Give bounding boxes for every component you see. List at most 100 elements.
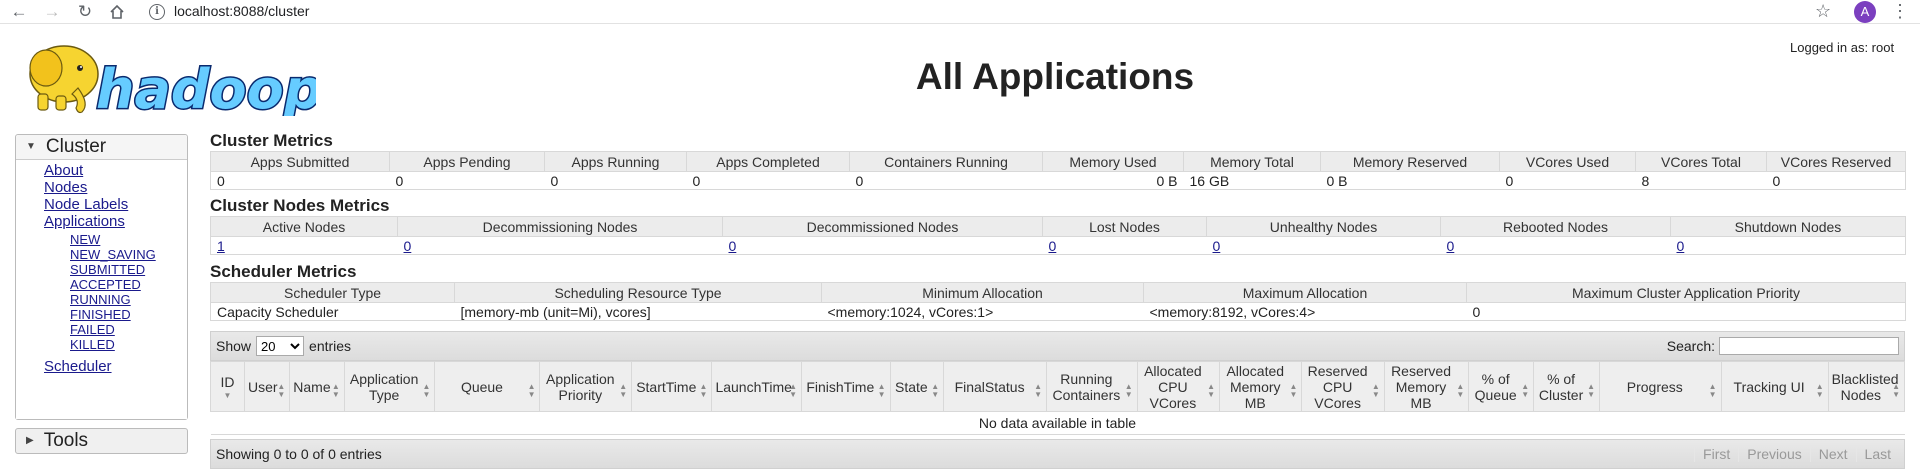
rebooted-nodes-link[interactable]: 0 — [1447, 238, 1455, 254]
entries-per-page-select[interactable]: 20 — [256, 336, 305, 356]
sidebar-link-applications[interactable]: Applications — [44, 213, 187, 230]
column-header-label: Reserved — [1391, 362, 1451, 379]
sortable-column-header[interactable]: FinishTime ▲ ▼ — [801, 361, 891, 412]
sortable-column-header[interactable]: % of Queue ▲ ▼ — [1468, 361, 1535, 412]
sidebar-link-state-accepted[interactable]: ACCEPTED — [70, 277, 187, 292]
previous-page-button[interactable]: Previous — [1738, 446, 1809, 462]
sort-icon: ▲ ▼ — [277, 381, 286, 399]
metric-value: 0 B — [1320, 171, 1500, 190]
sortable-column-header[interactable]: Progress ▲ ▼ — [1599, 361, 1722, 412]
sortable-column-header[interactable]: ID ▼ — [210, 361, 245, 412]
sort-icon: ▲ ▼ — [1587, 381, 1596, 399]
unhealthy-nodes-link[interactable]: 0 — [1213, 238, 1221, 254]
table-row: 0 0 0 0 0 0 B 16 GB 0 B 0 8 0 — [210, 171, 1906, 190]
cluster-nav-section: ▼ Cluster About Nodes Node Labels Applica… — [15, 134, 188, 420]
column-header-label: LaunchTime — [715, 378, 792, 395]
address-bar[interactable]: localhost:8088/cluster — [174, 3, 309, 19]
column-header: Memory Used — [1042, 151, 1184, 172]
metric-value: 0 — [1766, 171, 1906, 190]
sortable-column-header[interactable]: Tracking UI ▲ ▼ — [1720, 361, 1829, 412]
sort-icon: ▲ ▼ — [1456, 381, 1465, 399]
sortable-column-header[interactable]: Allocated CPU VCores ▲ ▼ — [1136, 361, 1221, 412]
sortable-column-header[interactable]: Name ▲ ▼ — [289, 361, 345, 412]
column-header-label: ID — [220, 373, 235, 390]
cluster-nav-header[interactable]: ▼ Cluster — [16, 135, 187, 159]
column-header: Memory Reserved — [1320, 151, 1500, 172]
sidebar-link-state-killed[interactable]: KILLED — [70, 337, 187, 352]
sort-icon: ▲ ▼ — [331, 381, 340, 399]
scheduler-metrics-section: Scheduler Metrics Scheduler Type Schedul… — [210, 262, 1906, 321]
column-header: Maximum Allocation — [1143, 282, 1467, 303]
site-info-icon[interactable]: i — [149, 4, 165, 20]
sidebar-link-state-running[interactable]: RUNNING — [70, 292, 187, 307]
sidebar-link-state-submitted[interactable]: SUBMITTED — [70, 262, 187, 277]
scheduler-metrics-title: Scheduler Metrics — [210, 262, 357, 281]
next-page-button[interactable]: Next — [1809, 446, 1856, 462]
column-header: Active Nodes — [210, 216, 398, 237]
applications-table: ID ▼ User ▲ ▼ Name ▲ ▼ Application Type ▲ ▼ Queue ▲ ▼ A… — [210, 361, 1906, 435]
column-header-label: Priority — [558, 386, 603, 403]
sidebar-link-scheduler[interactable]: Scheduler — [44, 358, 187, 375]
column-header-label: VCores — [1149, 394, 1197, 411]
forward-icon[interactable]: → — [42, 2, 62, 22]
sortable-column-header[interactable]: Allocated Memory MB ▲ ▼ — [1219, 361, 1303, 412]
show-label: Show — [216, 338, 252, 354]
decommissioning-nodes-link[interactable]: 0 — [404, 238, 412, 254]
sortable-column-header[interactable]: Reserved CPU VCores ▲ ▼ — [1301, 361, 1385, 412]
column-header-label: Name — [293, 378, 331, 395]
sortable-column-header[interactable]: Reserved Memory MB ▲ ▼ — [1383, 361, 1470, 412]
first-page-button[interactable]: First — [1694, 446, 1738, 462]
reload-icon[interactable]: ↻ — [75, 2, 95, 22]
sidebar-link-state-finished[interactable]: FINISHED — [70, 307, 187, 322]
metric-value: 0 — [210, 171, 390, 190]
column-header-label: User — [247, 378, 278, 395]
last-page-button[interactable]: Last — [1855, 446, 1899, 462]
scheduler-metrics-table: Scheduler Type Scheduling Resource Type … — [210, 282, 1906, 321]
tools-nav-header[interactable]: ▶ Tools — [16, 429, 187, 453]
cluster-nodes-metrics-title: Cluster Nodes Metrics — [210, 196, 390, 215]
sort-icon: ▲ ▼ — [1708, 381, 1717, 399]
metric-value: 0 B — [1042, 171, 1184, 190]
column-header-label: Memory — [1395, 378, 1447, 395]
sidebar-link-state-new-saving[interactable]: NEW_SAVING — [70, 247, 187, 262]
column-header: Decommissioning Nodes — [397, 216, 723, 237]
cluster-nodes-metrics-table: Active Nodes Decommissioning Nodes Decom… — [210, 216, 1906, 255]
browser-menu-icon[interactable]: ⋮ — [1891, 1, 1909, 22]
shutdown-nodes-link[interactable]: 0 — [1677, 238, 1685, 254]
column-header-label: VCores — [1314, 394, 1361, 411]
sortable-column-header[interactable]: Blacklisted Nodes ▲ ▼ — [1827, 361, 1906, 412]
sidebar-link-state-failed[interactable]: FAILED — [70, 322, 187, 337]
sortable-column-header[interactable]: State ▲ ▼ — [889, 361, 945, 412]
column-header-label: Application — [349, 370, 419, 387]
profile-avatar[interactable]: A — [1854, 1, 1876, 23]
sortable-column-header[interactable]: User ▲ ▼ — [243, 361, 291, 412]
sort-icon: ▲ ▼ — [1892, 381, 1900, 399]
lost-nodes-link[interactable]: 0 — [1049, 238, 1057, 254]
sortable-column-header[interactable]: Application Priority ▲ ▼ — [539, 361, 633, 412]
browser-toolbar: ← → ↻ i localhost:8088/cluster ☆ A ⋮ — [0, 0, 1920, 24]
sortable-column-header[interactable]: StartTime ▲ ▼ — [631, 361, 713, 412]
home-icon[interactable] — [107, 2, 127, 22]
decommissioned-nodes-link[interactable]: 0 — [729, 238, 737, 254]
sortable-column-header[interactable]: Running Containers ▲ ▼ — [1046, 361, 1138, 412]
tools-nav-section[interactable]: ▶ Tools — [15, 428, 188, 454]
sidebar-link-about[interactable]: About — [44, 162, 187, 179]
sortable-column-header[interactable]: LaunchTime ▲ ▼ — [711, 361, 803, 412]
sortable-column-header[interactable]: Queue ▲ ▼ — [434, 361, 541, 412]
column-header-label: Allocated — [1226, 362, 1285, 379]
sortable-column-header[interactable]: FinalStatus ▲ ▼ — [943, 361, 1048, 412]
column-header: Containers Running — [849, 151, 1043, 172]
sortable-column-header[interactable]: % of Cluster ▲ ▼ — [1533, 361, 1601, 412]
sort-icon: ▲ ▼ — [619, 381, 628, 399]
back-icon[interactable]: ← — [9, 2, 29, 22]
sidebar-link-node-labels[interactable]: Node Labels — [44, 196, 187, 213]
sidebar-link-state-new[interactable]: NEW — [70, 232, 187, 247]
sidebar-link-nodes[interactable]: Nodes — [44, 179, 187, 196]
active-nodes-link[interactable]: 1 — [217, 238, 225, 254]
search-input[interactable] — [1719, 337, 1899, 355]
bookmark-star-icon[interactable]: ☆ — [1815, 1, 1831, 22]
sortable-column-header[interactable]: Application Type ▲ ▼ — [343, 361, 436, 412]
table-row: 1 0 0 0 0 0 0 — [210, 236, 1906, 255]
metric-value: 16 GB — [1183, 171, 1321, 190]
metric-value: 0 — [389, 171, 545, 190]
